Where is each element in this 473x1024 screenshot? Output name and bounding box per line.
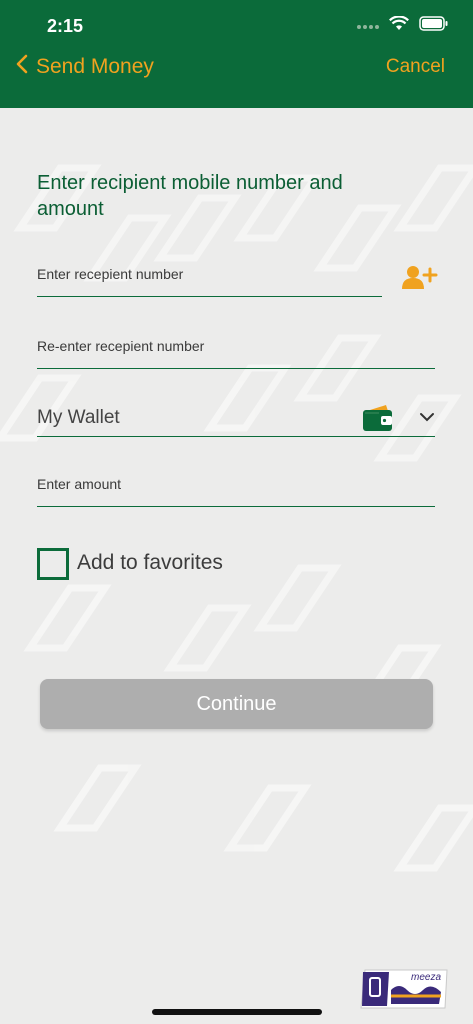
cancel-button[interactable]: Cancel [386, 56, 445, 78]
recipient-number-field[interactable] [37, 266, 382, 297]
add-contact-button[interactable] [402, 265, 438, 296]
form-heading: Enter recipient mobile number and amount [37, 172, 343, 220]
favorites-checkbox[interactable] [37, 548, 69, 580]
favorites-label: Add to favorites [77, 551, 223, 574]
add-contact-icon [402, 266, 438, 295]
back-chevron-icon [16, 54, 36, 80]
status-time: 2:15 [47, 16, 84, 36]
nav-title: Send Money [36, 55, 154, 78]
wallet-select-value: My Wallet [37, 407, 120, 428]
svg-text:meeza: meeza [411, 972, 441, 983]
reenter-number-field[interactable] [37, 338, 435, 369]
wallet-icon [362, 404, 394, 437]
battery-icon [419, 16, 449, 36]
reenter-number-input[interactable] [37, 338, 435, 354]
meeza-logo: meeza [359, 966, 451, 1017]
continue-button[interactable]: Continue [40, 679, 433, 729]
back-button[interactable]: Send Money [16, 54, 154, 80]
chevron-down-icon[interactable] [419, 410, 435, 428]
status-icons [357, 15, 449, 36]
amount-input[interactable] [37, 476, 435, 492]
amount-field[interactable] [37, 476, 435, 507]
home-indicator [152, 1009, 322, 1015]
wallet-select[interactable]: My Wallet [37, 402, 435, 437]
signal-icon [357, 17, 379, 35]
background-pattern [0, 164, 473, 872]
wifi-icon [389, 15, 409, 36]
recipient-number-input[interactable] [37, 266, 382, 282]
app-header: 2:15 Send Money Cancel [0, 0, 473, 108]
